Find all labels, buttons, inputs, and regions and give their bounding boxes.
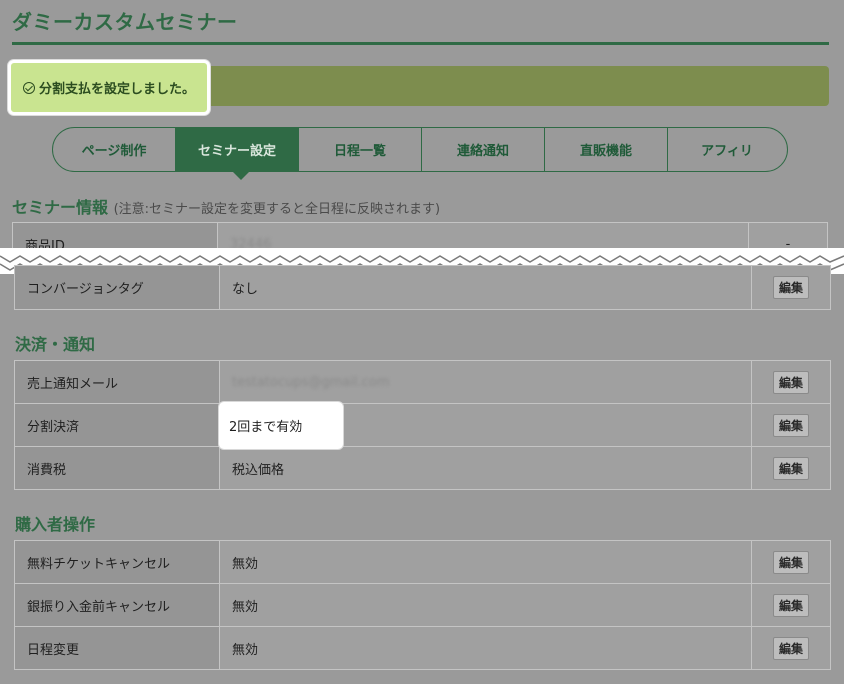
title-divider bbox=[12, 42, 829, 45]
table-row: 無料チケットキャンセル 無効 編集 bbox=[14, 540, 831, 584]
tab-notifications[interactable]: 連絡通知 bbox=[421, 128, 544, 171]
tab-direct-sales[interactable]: 直販機能 bbox=[544, 128, 667, 171]
tab-page-production[interactable]: ページ制作 bbox=[53, 128, 175, 171]
installment-value: 2回まで有効 bbox=[219, 402, 343, 449]
row-label-schedule-change: 日程変更 bbox=[14, 626, 220, 670]
row-value-schedule-change: 無効 bbox=[219, 626, 752, 670]
row-label-sales-mail: 売上通知メール bbox=[14, 360, 220, 404]
payment-heading: 決済・通知 bbox=[15, 335, 96, 354]
row-action-free-ticket-cancel: 編集 bbox=[751, 540, 831, 584]
row-value-free-ticket-cancel: 無効 bbox=[219, 540, 752, 584]
row-value-conversion-tag: なし bbox=[219, 265, 752, 310]
row-action-bank-cancel: 編集 bbox=[751, 583, 831, 627]
table-row: 銀振り入金前キャンセル 無効 編集 bbox=[14, 583, 831, 627]
tab-seminar-settings[interactable]: セミナー設定 bbox=[175, 128, 298, 171]
edit-conversion-tag-button[interactable]: 編集 bbox=[772, 276, 809, 299]
edit-installment-button[interactable]: 編集 bbox=[772, 413, 809, 437]
row-action-sales-mail: 編集 bbox=[751, 360, 831, 404]
row-label-free-ticket-cancel: 無料チケットキャンセル bbox=[14, 540, 220, 584]
seminar-info-table-cont: コンバージョンタグ なし 編集 bbox=[14, 265, 831, 310]
page-title: ダミーカスタムセミナー bbox=[12, 10, 238, 34]
check-circle-icon bbox=[23, 81, 35, 94]
table-row: 売上通知メール testatocups@gmail.com 編集 bbox=[14, 360, 831, 404]
row-action-tax: 編集 bbox=[751, 446, 831, 490]
edit-bank-cancel-button[interactable]: 編集 bbox=[772, 593, 809, 617]
page: ダミーカスタムセミナー 分割支払を設定しました。 ページ制作 セミナー設定 日程… bbox=[0, 0, 844, 684]
success-message: 分割支払を設定しました。 bbox=[8, 60, 210, 115]
row-value-bank-cancel: 無効 bbox=[219, 583, 752, 627]
row-action-installment: 編集 bbox=[751, 403, 831, 447]
seminar-info-heading: セミナー情報 (注意:セミナー設定を変更すると全日程に反映されます) bbox=[12, 194, 440, 218]
edit-free-ticket-cancel-button[interactable]: 編集 bbox=[772, 550, 809, 574]
table-row: 消費税 税込価格 編集 bbox=[14, 446, 831, 490]
row-value-sales-mail: testatocups@gmail.com bbox=[219, 360, 752, 404]
row-label-bank-cancel: 銀振り入金前キャンセル bbox=[14, 583, 220, 627]
buyer-ops-heading: 購入者操作 bbox=[15, 515, 96, 534]
tab-bar: ページ制作 セミナー設定 日程一覧 連絡通知 直販機能 アフィリ bbox=[52, 127, 788, 172]
sales-mail-value: testatocups@gmail.com bbox=[232, 374, 390, 390]
buyer-ops-table: 無料チケットキャンセル 無効 編集 銀振り入金前キャンセル 無効 編集 日程変更… bbox=[14, 540, 831, 670]
row-label-tax: 消費税 bbox=[14, 446, 220, 490]
table-row: 分割決済 編集 bbox=[14, 403, 831, 447]
row-value-tax: 税込価格 bbox=[219, 446, 752, 490]
table-row: 日程変更 無効 編集 bbox=[14, 626, 831, 670]
payment-table: 売上通知メール testatocups@gmail.com 編集 分割決済 編集… bbox=[14, 360, 831, 490]
tab-affiliate[interactable]: アフィリ bbox=[667, 128, 786, 171]
seminar-info-title: セミナー情報 bbox=[12, 198, 109, 217]
row-action-conversion-tag: 編集 bbox=[751, 265, 831, 310]
seminar-info-note: (注意:セミナー設定を変更すると全日程に反映されます) bbox=[113, 202, 441, 217]
edit-sales-mail-button[interactable]: 編集 bbox=[772, 370, 809, 394]
active-tab-indicator bbox=[232, 171, 250, 180]
row-action-schedule-change: 編集 bbox=[751, 626, 831, 670]
row-label-conversion-tag: コンバージョンタグ bbox=[14, 265, 220, 310]
row-label-installment: 分割決済 bbox=[14, 403, 220, 447]
tab-schedule-list[interactable]: 日程一覧 bbox=[298, 128, 421, 171]
table-row: コンバージョンタグ なし 編集 bbox=[14, 265, 831, 310]
success-message-text: 分割支払を設定しました。 bbox=[39, 82, 196, 97]
edit-schedule-change-button[interactable]: 編集 bbox=[772, 636, 809, 660]
edit-tax-button[interactable]: 編集 bbox=[772, 456, 809, 480]
